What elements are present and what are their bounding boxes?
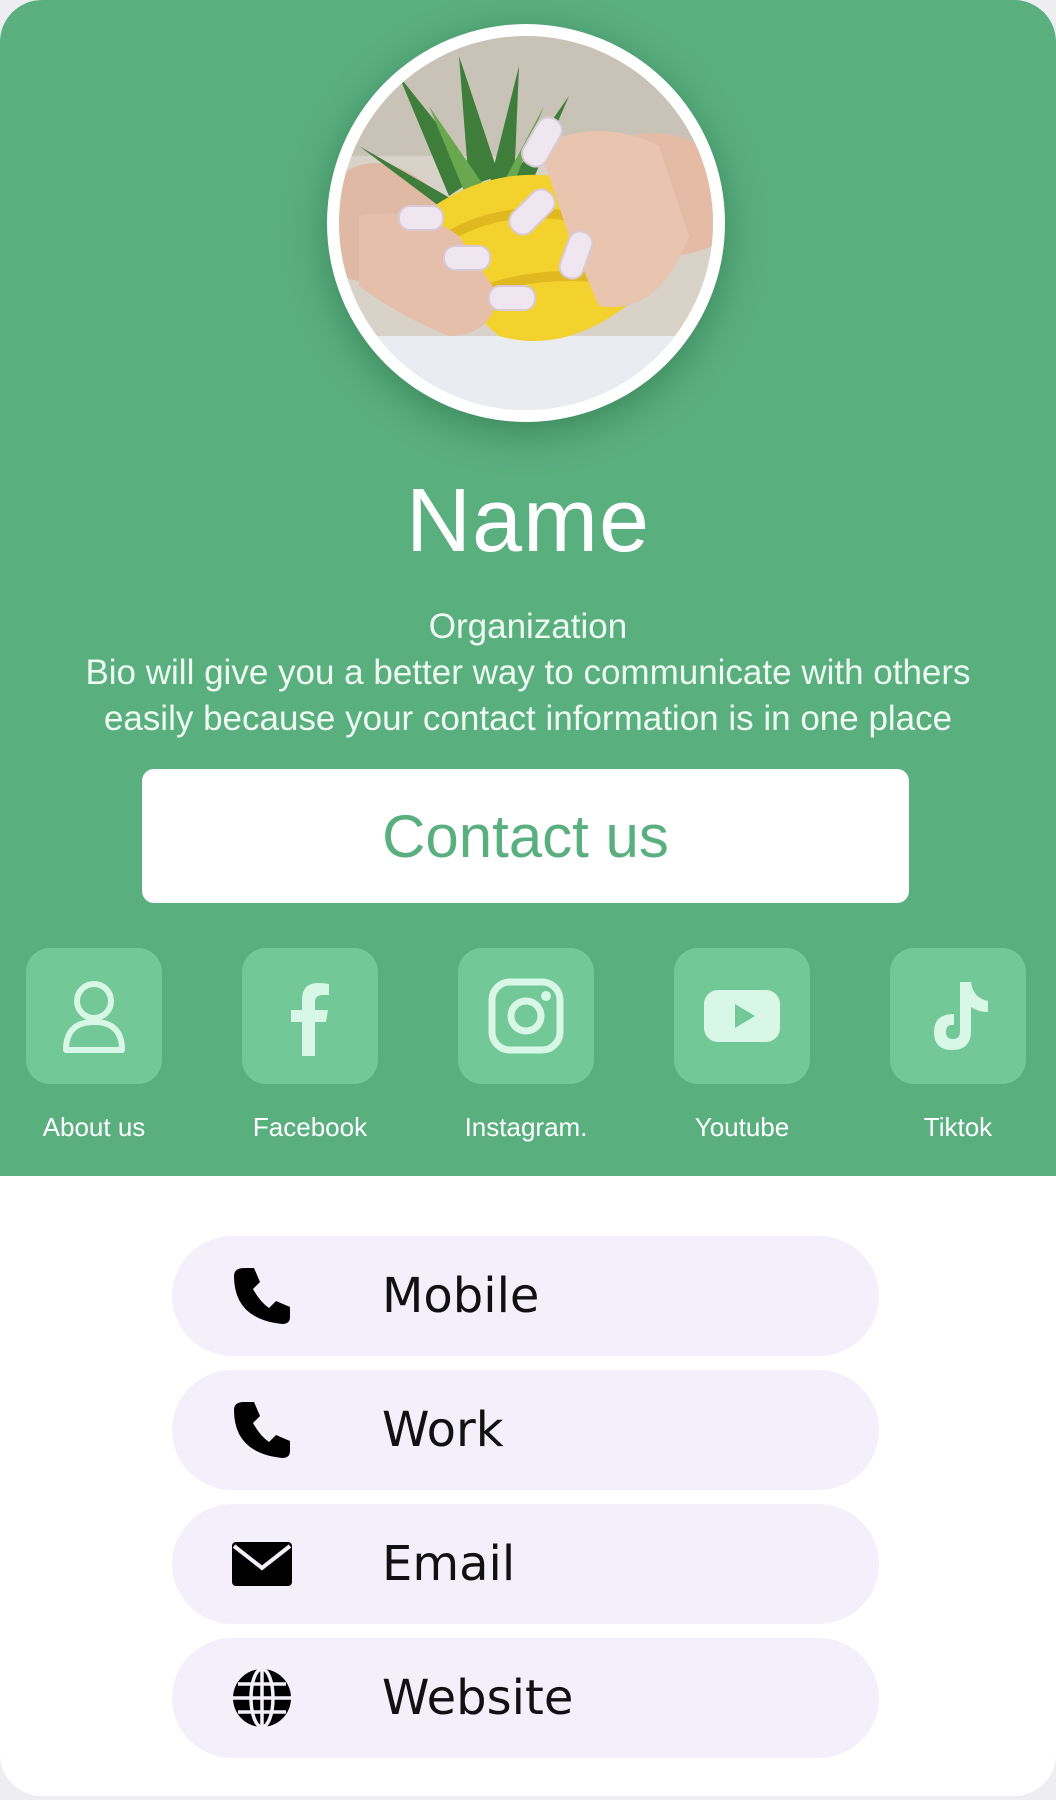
social-tile[interactable]	[890, 948, 1026, 1084]
social-tile[interactable]	[26, 948, 162, 1084]
profile-name: Name	[405, 471, 651, 571]
social-label: Tiktok	[923, 1112, 993, 1142]
contact-label: Website	[382, 1670, 574, 1726]
social-label: Facebook	[252, 1112, 368, 1142]
social-tiktok[interactable]: Tiktok	[890, 948, 1026, 1142]
globe-icon	[230, 1666, 294, 1730]
avatar	[327, 24, 725, 422]
youtube-icon	[704, 990, 780, 1042]
phone-icon	[230, 1264, 294, 1328]
social-youtube[interactable]: Youtube	[674, 948, 810, 1142]
profile-organization: Organization	[428, 607, 628, 646]
contact-label: Mobile	[382, 1268, 540, 1324]
social-links: About us Facebook Instagram. Youtube Tik…	[0, 948, 1056, 1148]
tiktok-icon	[934, 982, 988, 1050]
profile-photo	[339, 36, 713, 410]
contact-label: Email	[382, 1536, 516, 1592]
contact-work[interactable]: Work	[172, 1370, 879, 1490]
social-instagram[interactable]: Instagram.	[458, 948, 594, 1142]
instagram-icon	[488, 978, 564, 1054]
profile-bio: Bio will give you a better way to commun…	[85, 653, 971, 738]
contact-us-button[interactable]: Contact us	[142, 769, 909, 903]
envelope-icon	[230, 1532, 294, 1596]
phone-icon	[230, 1398, 294, 1462]
social-facebook[interactable]: Facebook	[242, 948, 378, 1142]
social-tile[interactable]	[242, 948, 378, 1084]
facebook-icon	[291, 983, 329, 1056]
social-about-us[interactable]: About us	[26, 948, 162, 1142]
social-tile[interactable]	[674, 948, 810, 1084]
contact-mobile[interactable]: Mobile	[172, 1236, 879, 1356]
contact-label: Work	[382, 1402, 504, 1458]
social-tile[interactable]	[458, 948, 594, 1084]
social-label: Instagram.	[464, 1112, 588, 1142]
contact-email[interactable]: Email	[172, 1504, 879, 1624]
profile-header: Name Organization Bio will give you a be…	[0, 0, 1056, 1176]
contact-website[interactable]: Website	[172, 1638, 879, 1758]
social-label: About us	[42, 1112, 146, 1142]
person-icon	[63, 981, 125, 1053]
social-label: Youtube	[694, 1112, 790, 1142]
profile-card: Name Organization Bio will give you a be…	[0, 0, 1056, 1796]
